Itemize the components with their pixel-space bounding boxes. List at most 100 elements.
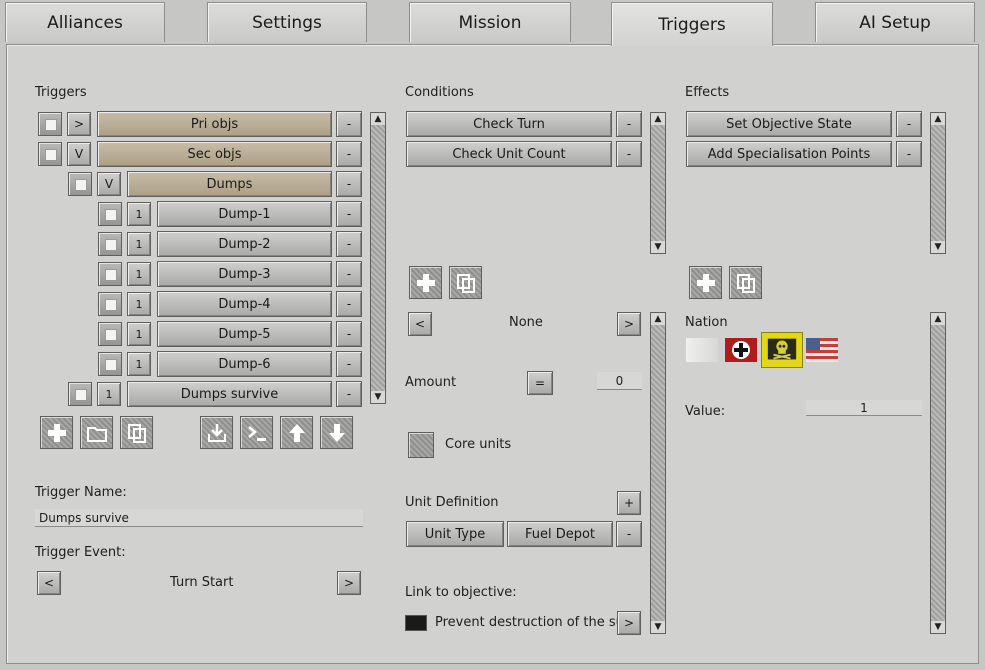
conditions-heading: Conditions (405, 85, 474, 100)
scroll-down-arrow-icon[interactable]: ▼ (931, 241, 945, 253)
trigger-count-badge[interactable]: 1 (127, 262, 151, 286)
unit-definition-delete-button[interactable]: - (616, 521, 642, 547)
scroll-up-arrow-icon[interactable]: ▲ (931, 113, 945, 125)
trigger-delete-button[interactable]: - (336, 201, 362, 227)
trigger-expand-toggle[interactable]: V (97, 172, 121, 196)
trigger-enable-checkbox[interactable] (98, 202, 122, 226)
tab-triggers[interactable]: Triggers (611, 2, 773, 46)
add-condition-button[interactable] (409, 266, 442, 299)
tab-settings[interactable]: Settings (207, 2, 367, 42)
trigger-list-scrollbar[interactable]: ▲ ▼ (370, 112, 386, 404)
trigger-enable-checkbox[interactable] (68, 172, 92, 196)
add-trigger-button[interactable] (40, 416, 73, 449)
trigger-enable-checkbox[interactable] (38, 142, 62, 166)
tab-alliances[interactable]: Alliances (5, 2, 165, 42)
move-up-button[interactable] (280, 416, 313, 449)
trigger-delete-button[interactable]: - (336, 261, 362, 287)
trigger-row[interactable]: Dump-1 (157, 201, 332, 227)
trigger-delete-button[interactable]: - (336, 351, 362, 377)
trigger-enable-checkbox[interactable] (98, 352, 122, 376)
trigger-expand-toggle[interactable]: > (67, 112, 91, 136)
trigger-expand-toggle[interactable]: V (67, 142, 91, 166)
trigger-row[interactable]: Dump-5 (157, 321, 332, 347)
value-label: Value: (685, 404, 726, 419)
add-effect-button[interactable] (689, 266, 722, 299)
fuel-depot-button[interactable]: Fuel Depot (507, 521, 613, 547)
trigger-event-value: Turn Start (170, 575, 234, 590)
effects-scrollbar[interactable]: ▲ ▼ (930, 112, 946, 254)
effect-delete-button[interactable]: - (896, 141, 922, 167)
amount-input[interactable]: 0 (597, 372, 642, 390)
trigger-row[interactable]: Dump-2 (157, 231, 332, 257)
event-prev-button[interactable]: < (37, 571, 61, 595)
trigger-delete-button[interactable]: - (336, 141, 362, 167)
condition-selector-prev[interactable]: < (408, 312, 432, 336)
scroll-up-arrow-icon[interactable]: ▲ (931, 313, 945, 325)
trigger-delete-button[interactable]: - (336, 381, 362, 407)
trigger-enable-checkbox[interactable] (68, 382, 92, 406)
unit-type-button[interactable]: Unit Type (406, 521, 504, 547)
trigger-count-badge[interactable]: 1 (127, 232, 151, 256)
trigger-enable-checkbox[interactable] (38, 112, 62, 136)
trigger-row[interactable]: Dumps survive (127, 381, 332, 407)
condition-delete-button[interactable]: - (616, 111, 642, 137)
trigger-count-badge[interactable]: 1 (127, 292, 151, 316)
copy-trigger-button[interactable] (120, 416, 153, 449)
unit-definition-add-button[interactable]: + (617, 491, 641, 515)
trigger-enable-checkbox[interactable] (98, 262, 122, 286)
copy-effect-button[interactable] (729, 266, 762, 299)
scroll-up-arrow-icon[interactable]: ▲ (371, 113, 385, 125)
script-trigger-button[interactable] (240, 416, 273, 449)
us-flag-icon[interactable] (806, 338, 838, 362)
trigger-row[interactable]: Dump-6 (157, 351, 332, 377)
condition-check-unit-count[interactable]: Check Unit Count (406, 141, 612, 167)
amount-operator-button[interactable]: = (527, 371, 553, 395)
condition-selector-next[interactable]: > (617, 312, 641, 336)
core-units-checkbox[interactable] (408, 432, 434, 458)
trigger-name-input[interactable]: Dumps survive (35, 509, 363, 527)
condition-check-turn[interactable]: Check Turn (406, 111, 612, 137)
trigger-count-badge[interactable]: 1 (127, 202, 151, 226)
scroll-down-arrow-icon[interactable]: ▼ (931, 621, 945, 633)
linked-objective-next[interactable]: > (617, 611, 641, 635)
german-flag-icon[interactable] (725, 338, 757, 362)
trigger-delete-button[interactable]: - (336, 291, 362, 317)
trigger-enable-checkbox[interactable] (98, 292, 122, 316)
trigger-enable-checkbox[interactable] (98, 322, 122, 346)
effect-details-scrollbar[interactable]: ▲ ▼ (930, 312, 946, 634)
copy-condition-button[interactable] (449, 266, 482, 299)
scroll-up-arrow-icon[interactable]: ▲ (651, 313, 665, 325)
trigger-group-row[interactable]: Dumps (127, 171, 332, 197)
scroll-up-arrow-icon[interactable]: ▲ (651, 113, 665, 125)
trigger-delete-button[interactable]: - (336, 321, 362, 347)
neutral-flag-icon[interactable] (686, 338, 718, 362)
effect-add-specialisation-points[interactable]: Add Specialisation Points (686, 141, 892, 167)
import-trigger-button[interactable] (200, 416, 233, 449)
effect-set-objective-state[interactable]: Set Objective State (686, 111, 892, 137)
conditions-scrollbar[interactable]: ▲ ▼ (650, 112, 666, 254)
trigger-row[interactable]: Dump-4 (157, 291, 332, 317)
trigger-count-badge[interactable]: 1 (127, 322, 151, 346)
scroll-down-arrow-icon[interactable]: ▼ (651, 241, 665, 253)
scroll-down-arrow-icon[interactable]: ▼ (651, 621, 665, 633)
add-folder-button[interactable] (80, 416, 113, 449)
event-next-button[interactable]: > (337, 571, 361, 595)
trigger-group-row[interactable]: Sec objs (97, 141, 332, 167)
partisan-flag-icon[interactable] (761, 332, 803, 368)
condition-details-scrollbar[interactable]: ▲ ▼ (650, 312, 666, 634)
move-down-button[interactable] (320, 416, 353, 449)
trigger-row[interactable]: Dump-3 (157, 261, 332, 287)
effect-delete-button[interactable]: - (896, 111, 922, 137)
condition-delete-button[interactable]: - (616, 141, 642, 167)
trigger-delete-button[interactable]: - (336, 111, 362, 137)
trigger-count-badge[interactable]: 1 (127, 352, 151, 376)
trigger-count-badge[interactable]: 1 (97, 382, 121, 406)
trigger-delete-button[interactable]: - (336, 231, 362, 257)
scroll-down-arrow-icon[interactable]: ▼ (371, 391, 385, 403)
trigger-group-row[interactable]: Pri objs (97, 111, 332, 137)
trigger-delete-button[interactable]: - (336, 171, 362, 197)
tab-mission[interactable]: Mission (409, 2, 571, 42)
trigger-enable-checkbox[interactable] (98, 232, 122, 256)
tab-ai-setup[interactable]: AI Setup (815, 2, 975, 42)
value-input[interactable]: 1 (806, 400, 922, 416)
